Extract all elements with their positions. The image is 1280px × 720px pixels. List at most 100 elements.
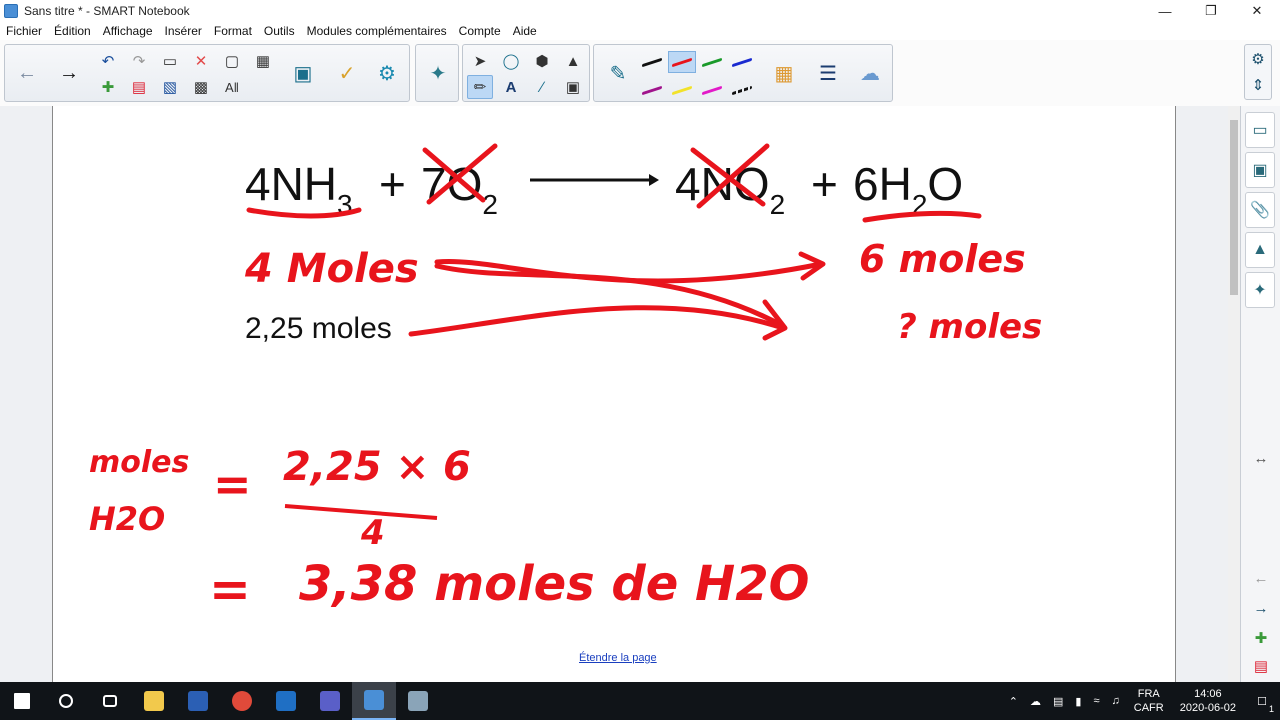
show-hidden-icons-icon[interactable]: ⌃ — [1009, 695, 1018, 708]
previous-page-icon[interactable]: ← — [9, 49, 45, 97]
gallery-icon[interactable]: ▣ — [1245, 152, 1275, 188]
windows-start-icon[interactable] — [0, 682, 44, 720]
search-circle-icon[interactable] — [44, 682, 88, 720]
other-app-icon[interactable] — [396, 682, 440, 720]
gear-icon[interactable]: ⚙ — [1245, 47, 1271, 71]
word-icon[interactable] — [176, 682, 220, 720]
response-icon[interactable]: ✓ — [329, 49, 365, 97]
action-center-icon[interactable]: ☐ 1 — [1244, 682, 1280, 720]
onedrive-cloud-icon[interactable]: ☁ — [1030, 695, 1041, 708]
side-next-page-icon[interactable]: → — [1248, 596, 1274, 620]
page-canvas: 4NH3 + 7O2 4NO2 + 6H2O 2,25 moles 4 Mole… — [89, 143, 1042, 618]
line-tool-icon[interactable]: ∕ — [529, 75, 555, 99]
next-page-icon[interactable]: → — [51, 49, 87, 97]
wifi-icon[interactable]: ≈ — [1093, 695, 1099, 707]
task-view-icon[interactable] — [88, 682, 132, 720]
properties-icon[interactable]: ▲ — [1245, 232, 1275, 268]
scrollbar-thumb[interactable] — [1230, 120, 1238, 295]
menu-modules[interactable]: Modules complémentaires — [301, 24, 453, 38]
minimize-button[interactable]: — — [1142, 0, 1188, 22]
menu-affichage[interactable]: Affichage — [97, 24, 159, 38]
menu-compte[interactable]: Compte — [453, 24, 507, 38]
menu-fichier[interactable]: Fichier — [0, 24, 48, 38]
menu-inserer[interactable]: Insérer — [159, 24, 208, 38]
network-icon[interactable]: ▤ — [1053, 695, 1063, 708]
hw-equals-2: = — [209, 560, 251, 618]
pen-black-swatch[interactable] — [638, 51, 666, 73]
move-toolbar-icon[interactable]: ⇕ — [1245, 73, 1271, 97]
volume-icon[interactable]: ♫ — [1112, 695, 1120, 707]
shape-icon[interactable]: ◯ — [498, 49, 524, 73]
menu-aide[interactable]: Aide — [507, 24, 543, 38]
color-palette-icon[interactable]: ▦ — [766, 49, 802, 97]
pen-dashed-black-swatch[interactable] — [728, 79, 756, 101]
page-sorter-icon[interactable]: ▭ — [1245, 112, 1275, 148]
pen-type-icon[interactable]: ✎ — [600, 49, 636, 97]
undo-icon[interactable]: ↶ — [95, 49, 121, 73]
open-file-icon[interactable]: ▭ — [157, 49, 183, 73]
pen-red-swatch[interactable] — [668, 51, 696, 73]
addons-side-icon[interactable]: ✦ — [1245, 272, 1275, 308]
file-explorer-icon[interactable] — [132, 682, 176, 720]
delete-page-icon[interactable]: ▤ — [126, 75, 152, 99]
full-screen-icon[interactable]: ▩ — [188, 75, 214, 99]
toolbar-group-addons: ✦ — [415, 44, 459, 102]
pen-tool-icon[interactable]: ✏ — [467, 75, 493, 99]
system-tray: ⌃ ☁ ▤ ▮ ≈ ♫ FRA CAFR 14:06 2020-06-02 ☐ … — [1003, 682, 1280, 720]
menu-outils[interactable]: Outils — [258, 24, 301, 38]
vertical-scrollbar[interactable] — [1228, 106, 1240, 682]
input-language[interactable]: FRA CAFR — [1134, 687, 1164, 715]
product-no2: 4NO2 — [675, 158, 785, 220]
text-tool-icon[interactable]: A — [498, 75, 524, 99]
line-style-icon[interactable]: ☰ — [810, 49, 846, 97]
table-icon[interactable]: ▦ — [250, 49, 276, 73]
outlook-icon[interactable] — [264, 682, 308, 720]
smart-notebook-app-icon — [4, 4, 18, 18]
chrome-icon[interactable] — [220, 682, 264, 720]
redo-icon[interactable]: ↷ — [126, 49, 152, 73]
product-h2o: 6H2O — [853, 158, 963, 220]
battery-icon[interactable]: ▮ — [1075, 695, 1081, 708]
eraser-icon[interactable]: ▣ — [560, 75, 586, 99]
reactant-o2: 7O2 — [421, 158, 498, 220]
smart-notebook-taskbar-icon[interactable] — [352, 682, 396, 720]
clock-time: 14:06 — [1194, 688, 1222, 700]
text-format-icon[interactable]: A‖ — [219, 75, 245, 99]
regular-polygon-icon[interactable]: ⬢ — [529, 49, 555, 73]
clock[interactable]: 14:06 2020-06-02 — [1180, 687, 1236, 715]
lesson-activity-icon[interactable]: ⚙ — [369, 49, 405, 97]
notebook-page[interactable]: 4NH3 + 7O2 4NO2 + 6H2O 2,25 moles 4 Mole… — [52, 106, 1176, 682]
plus-sign-2: + — [811, 158, 838, 210]
extend-page-link[interactable]: Étendre la page — [579, 652, 657, 664]
hw-numerator: 2,25 × 6 — [283, 444, 471, 490]
side-add-page-icon[interactable]: ✚ — [1248, 626, 1274, 650]
teams-icon[interactable] — [308, 682, 352, 720]
addons-puzzle-icon[interactable]: ✦ — [420, 49, 456, 97]
attachments-paperclip-icon[interactable]: 📎 — [1245, 192, 1275, 228]
fill-icon[interactable]: ▲ — [560, 49, 586, 73]
settings-panel: ⚙ ⇕ — [1244, 44, 1272, 100]
screen-shade-icon[interactable]: ▢ — [219, 49, 245, 73]
hw-lhs-h2o: H2O — [89, 500, 165, 538]
add-page-icon[interactable]: ✚ — [95, 75, 121, 99]
pen-blue-swatch[interactable] — [728, 51, 756, 73]
pen-magenta-swatch[interactable] — [698, 79, 726, 101]
restore-button[interactable]: ❐ — [1188, 0, 1234, 22]
menu-format[interactable]: Format — [208, 24, 258, 38]
select-pointer-icon[interactable]: ➤ — [467, 49, 493, 73]
document-camera-icon[interactable]: ▣ — [285, 49, 321, 97]
delete-icon[interactable]: ✕ — [188, 49, 214, 73]
pen-purple-swatch[interactable] — [638, 79, 666, 101]
pen-green-swatch[interactable] — [698, 51, 726, 73]
toggle-width-icon[interactable]: ↔ — [1248, 446, 1274, 470]
hw-product-moles: 6 moles — [859, 237, 1026, 281]
windows-taskbar: ⌃ ☁ ▤ ▮ ≈ ♫ FRA CAFR 14:06 2020-06-02 ☐ … — [0, 682, 1280, 720]
fill-effects-icon[interactable]: ☁ — [852, 49, 888, 97]
close-button[interactable]: ✕ — [1234, 0, 1280, 22]
menu-edition[interactable]: Édition — [48, 24, 97, 38]
pen-yellow-swatch[interactable] — [668, 79, 696, 101]
side-previous-page-icon[interactable]: ← — [1248, 566, 1274, 590]
side-delete-page-icon[interactable]: ▤ — [1248, 654, 1274, 678]
toolbar-group-tools: ➤ ◯ ⬢ ▲ ✏ A ∕ ▣ — [462, 44, 590, 102]
save-icon[interactable]: ▧ — [157, 75, 183, 99]
